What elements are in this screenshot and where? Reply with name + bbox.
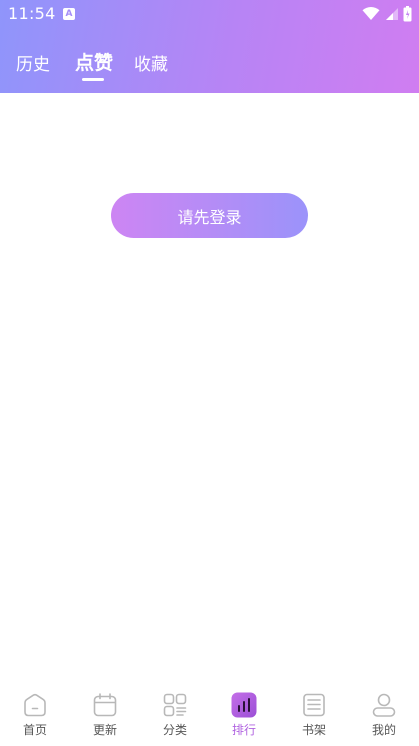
home-icon	[24, 693, 46, 717]
nav-item-profile[interactable]: 我的	[349, 686, 419, 742]
nav-label-ranking: 排行	[231, 723, 256, 737]
nav-item-ranking[interactable]: 排行	[209, 686, 279, 742]
tab-history[interactable]: 历史	[16, 50, 50, 75]
nav-label-home: 首页	[22, 723, 47, 737]
ranking-chart-icon	[231, 692, 257, 718]
bottom-nav: 首页 更新 分类 排行 书架 我的	[0, 686, 419, 746]
status-bar: 11:54 A	[0, 0, 419, 30]
nav-item-categories[interactable]: 分类	[140, 686, 210, 742]
active-tab-indicator	[82, 78, 104, 81]
nav-label-categories: 分类	[162, 723, 187, 737]
category-grid-icon	[163, 693, 187, 717]
login-button[interactable]: 请先登录	[111, 193, 308, 238]
calendar-icon	[93, 693, 117, 717]
header-bar: 11:54 A 历史 点赞 收藏	[0, 0, 419, 93]
nav-label-updates: 更新	[92, 723, 117, 737]
tab-likes[interactable]: 点赞	[75, 48, 113, 75]
nav-label-profile: 我的	[371, 723, 396, 737]
battery-icon	[403, 6, 412, 22]
signal-icon	[386, 8, 398, 20]
bookshelf-icon	[303, 693, 325, 717]
tab-bar: 历史 点赞 收藏	[0, 50, 419, 84]
nav-item-home[interactable]: 首页	[0, 686, 70, 742]
screen: 11:54 A 历史 点赞 收藏 请先登录 首页 更新 分类 排行 书架 我的	[0, 0, 419, 746]
wifi-icon	[362, 7, 380, 20]
status-icons	[362, 6, 412, 22]
profile-icon	[372, 693, 396, 717]
status-time: 11:54	[8, 4, 56, 23]
nav-item-updates[interactable]: 更新	[70, 686, 140, 742]
nav-label-bookshelf: 书架	[301, 723, 326, 737]
tab-favorites[interactable]: 收藏	[134, 50, 168, 75]
notification-badge-icon: A	[63, 8, 75, 20]
nav-item-bookshelf[interactable]: 书架	[279, 686, 349, 742]
